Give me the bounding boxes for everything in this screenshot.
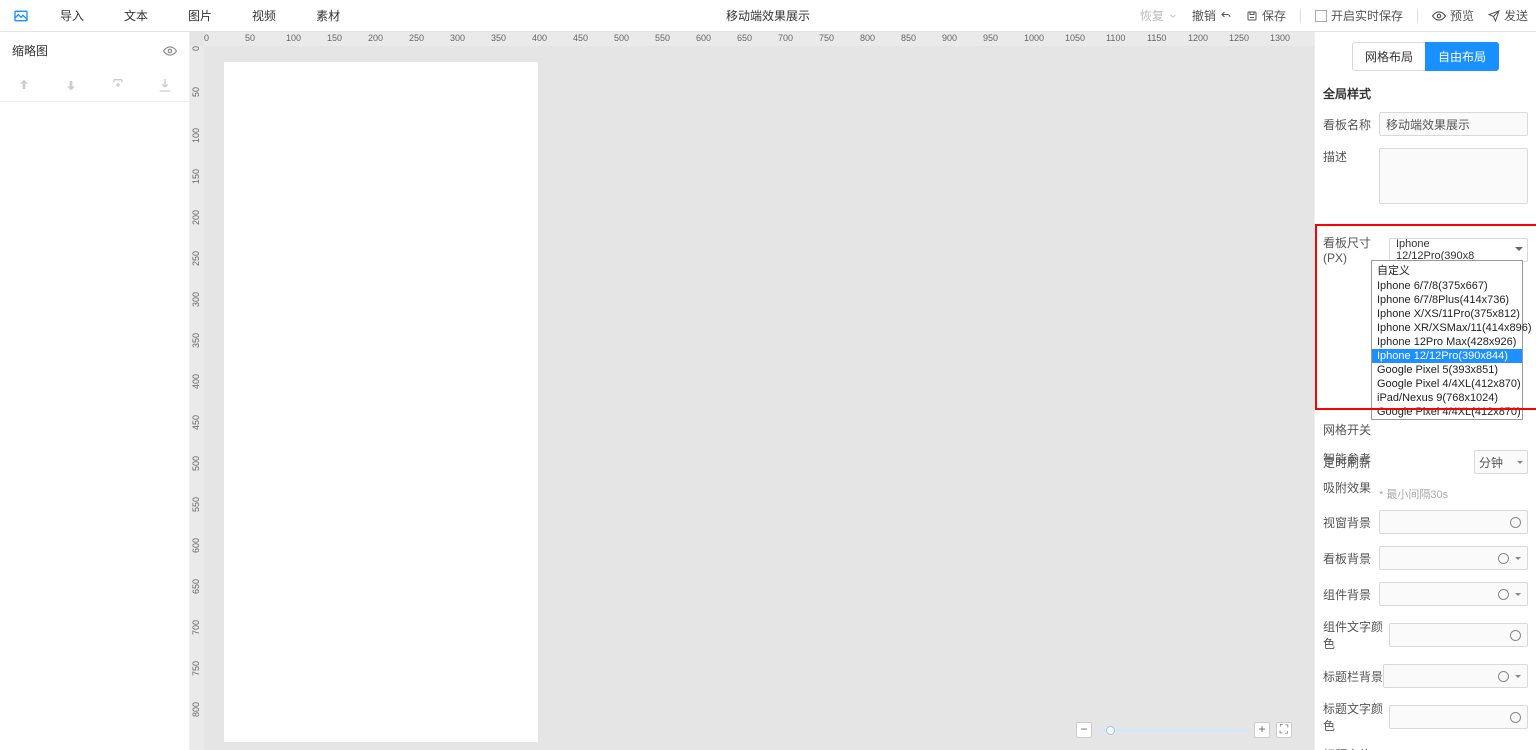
- title-bar-bg-swatch[interactable]: [1383, 664, 1528, 688]
- global-style-heading: 全局样式: [1323, 85, 1528, 102]
- size-option[interactable]: Iphone 12Pro Max(428x926): [1372, 335, 1522, 349]
- comp-bg-label: 组件背景: [1323, 586, 1379, 603]
- size-option[interactable]: Iphone XR/XSMax/11(414x896): [1372, 321, 1522, 335]
- visibility-icon[interactable]: [163, 44, 177, 58]
- timer-hint: * 最小间隔30s: [1379, 486, 1528, 502]
- chevron-down-icon: [1515, 557, 1521, 563]
- size-option[interactable]: Iphone X/XS/11Pro(375x812): [1372, 307, 1522, 321]
- main-menu: 导入 文本 图片 视频 素材: [40, 0, 360, 32]
- ruler-vertical: 0501001502002503003504004505005506006507…: [190, 46, 204, 750]
- board-name-input[interactable]: [1379, 112, 1528, 136]
- menu-material[interactable]: 素材: [296, 0, 360, 32]
- desc-input[interactable]: [1379, 148, 1528, 204]
- desc-label: 描述: [1323, 148, 1379, 165]
- size-option[interactable]: Google Pixel 4/4XL(412x870): [1372, 377, 1522, 391]
- snap-label: 吸附效果: [1323, 479, 1379, 496]
- size-option[interactable]: iPad/Nexus 9(768x1024): [1372, 391, 1522, 405]
- undo-icon: [1220, 10, 1232, 22]
- design-canvas[interactable]: [224, 62, 538, 742]
- zoom-fit-button[interactable]: ⛶: [1276, 722, 1292, 738]
- menu-text[interactable]: 文本: [104, 0, 168, 32]
- send-icon: [1488, 10, 1500, 22]
- size-dropdown: 自定义Iphone 6/7/8(375x667)Iphone 6/7/8Plus…: [1371, 260, 1523, 420]
- view-bg-label: 视窗背景: [1323, 514, 1379, 531]
- menu-image[interactable]: 图片: [168, 0, 232, 32]
- size-option[interactable]: 自定义: [1372, 261, 1522, 279]
- send-button[interactable]: 发送: [1488, 7, 1528, 24]
- title-bar-bg-label: 标题栏背景: [1323, 668, 1383, 685]
- comp-text-label: 组件文字颜色: [1323, 618, 1389, 652]
- preview-button[interactable]: 预览: [1432, 7, 1474, 24]
- size-select[interactable]: Iphone 12/12Pro(390x8: [1389, 238, 1528, 262]
- page-title: 移动端效果展示: [726, 0, 810, 32]
- canvas-area: 0501001502002503003504004505005506006507…: [190, 32, 1314, 750]
- chevron-down-icon: [1515, 593, 1521, 599]
- view-bg-swatch[interactable]: [1379, 510, 1528, 534]
- grid-layout-button[interactable]: 网格布局: [1352, 42, 1426, 71]
- menu-import[interactable]: 导入: [40, 0, 104, 32]
- logo-icon: [12, 7, 30, 25]
- title-text-swatch[interactable]: [1389, 705, 1528, 729]
- zoom-slider[interactable]: [1098, 729, 1248, 732]
- left-panel: 缩略图: [0, 32, 190, 750]
- comp-text-swatch[interactable]: [1389, 623, 1528, 647]
- comp-bg-swatch[interactable]: [1379, 582, 1528, 606]
- zoom-out-button[interactable]: −: [1076, 722, 1092, 738]
- move-down-icon[interactable]: [63, 77, 79, 93]
- board-name-label: 看板名称: [1323, 116, 1379, 133]
- chevron-down-icon: [1168, 11, 1178, 21]
- ruler-horizontal: 0501001502002503003504004505005506006507…: [204, 32, 1314, 46]
- chevron-down-icon: [1515, 247, 1523, 255]
- undo-button[interactable]: 撤销: [1192, 7, 1232, 24]
- size-option[interactable]: Google Pixel 4/4XL(412x870): [1372, 405, 1522, 419]
- grid-switch-label: 网格开关: [1323, 421, 1379, 438]
- timer-unit-select[interactable]: 分钟: [1474, 450, 1528, 474]
- chevron-down-icon: [1515, 675, 1521, 681]
- download-icon[interactable]: [157, 77, 173, 93]
- zoom-in-button[interactable]: +: [1254, 722, 1270, 738]
- chevron-down-icon: [1517, 461, 1523, 467]
- realtime-save-toggle[interactable]: 开启实时保存: [1315, 7, 1403, 24]
- restore-button[interactable]: 恢复: [1140, 7, 1178, 24]
- title-text-label: 标题文字颜色: [1323, 700, 1389, 734]
- free-layout-button[interactable]: 自由布局: [1425, 42, 1499, 71]
- title-font-label: 标题字体大...: [1323, 746, 1389, 750]
- menu-video[interactable]: 视频: [232, 0, 296, 32]
- size-option[interactable]: Iphone 6/7/8(375x667): [1372, 279, 1522, 293]
- zoom-control: − + ⛶: [1076, 722, 1292, 738]
- save-button[interactable]: 保存: [1246, 7, 1286, 24]
- board-bg-swatch[interactable]: [1379, 546, 1528, 570]
- move-up-icon[interactable]: [16, 77, 32, 93]
- board-bg-label: 看板背景: [1323, 550, 1379, 567]
- copy-icon[interactable]: [110, 77, 126, 93]
- checkbox-icon: [1315, 10, 1327, 22]
- thumbnail-title: 缩略图: [12, 42, 163, 59]
- timer-label: 定时刷新: [1323, 454, 1379, 471]
- save-icon: [1246, 10, 1258, 22]
- properties-panel: 网格布局 自由布局 全局样式 看板名称 描述 看板尺寸(PX) Iphone 1…: [1314, 32, 1536, 750]
- size-option[interactable]: Iphone 12/12Pro(390x844): [1372, 349, 1522, 363]
- size-option[interactable]: Google Pixel 5(393x851): [1372, 363, 1522, 377]
- size-option[interactable]: Iphone 6/7/8Plus(414x736): [1372, 293, 1522, 307]
- eye-icon: [1432, 9, 1446, 23]
